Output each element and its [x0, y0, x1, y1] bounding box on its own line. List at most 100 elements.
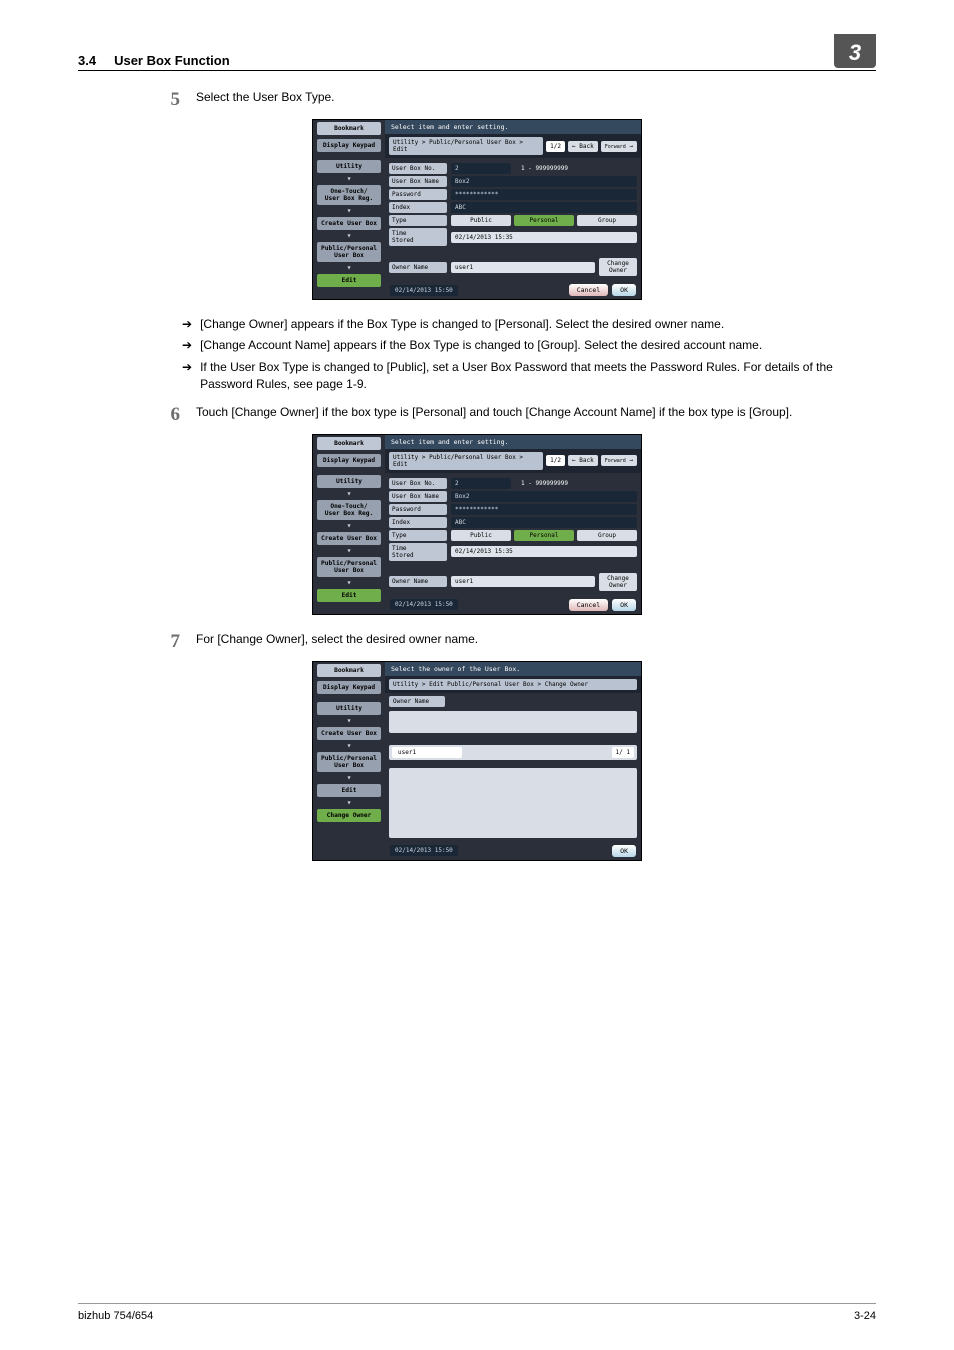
bookmark-button[interactable]: Bookmark — [317, 437, 381, 450]
breadcrumb: Utility > Public/Personal User Box > Edi… — [389, 452, 543, 470]
box-no-range: 1 - 999999999 — [515, 165, 568, 172]
panel-title: Select the owner of the User Box. — [385, 662, 641, 676]
display-keypad-button[interactable]: Display Keypad — [317, 454, 381, 467]
public-personal-button[interactable]: Public/Personal User Box — [317, 752, 381, 772]
public-personal-button[interactable]: Public/Personal User Box — [317, 242, 381, 262]
type-public[interactable]: Public — [451, 530, 511, 541]
forward-button[interactable]: Forward → — [601, 455, 637, 466]
header-rule — [78, 70, 876, 71]
password-value[interactable]: ************ — [451, 189, 637, 200]
public-personal-button[interactable]: Public/Personal User Box — [317, 557, 381, 577]
step-number: 5 — [162, 89, 180, 111]
utility-button[interactable]: Utility — [317, 160, 381, 173]
display-keypad-button[interactable]: Display Keypad — [317, 139, 381, 152]
owner-name-label: Owner Name — [389, 576, 447, 587]
create-userbox-button[interactable]: Create User Box — [317, 532, 381, 545]
owner-item[interactable]: user1 — [392, 747, 462, 758]
step-6: 6 Touch [Change Owner] if the box type i… — [162, 404, 876, 426]
owner-row: user1 1/ 1 — [389, 745, 637, 760]
utility-button[interactable]: Utility — [317, 475, 381, 488]
owner-name-header: Owner Name — [389, 696, 445, 707]
sidebar: Bookmark Display Keypad Utility ▾ Create… — [313, 662, 385, 860]
screenshot-edit-1: Bookmark Display Keypad Utility ▾ One-To… — [78, 119, 876, 300]
box-name-value[interactable]: Box2 — [451, 176, 637, 187]
breadcrumb-row: Utility > Edit Public/Personal User Box … — [385, 676, 641, 693]
page-indicator: 1/2 — [546, 141, 565, 152]
onetouch-button[interactable]: One-Touch/ User Box Reg. — [317, 185, 381, 205]
note-text: [Change Account Name] appears if the Box… — [200, 337, 762, 354]
arrow-icon: ➔ — [182, 316, 192, 333]
screenshot-edit-2: Bookmark Display Keypad Utility ▾ One-To… — [78, 434, 876, 615]
display-keypad-button[interactable]: Display Keypad — [317, 681, 381, 694]
chevron-down-icon: ▾ — [313, 522, 385, 530]
breadcrumb: Utility > Public/Personal User Box > Edi… — [389, 137, 543, 155]
chevron-down-icon: ▾ — [313, 717, 385, 725]
back-button[interactable]: ← Back — [568, 455, 598, 466]
box-no-label: User Box No. — [389, 163, 447, 174]
timestamp: 02/14/2013 15:50 — [390, 845, 458, 856]
bookmark-button[interactable]: Bookmark — [317, 664, 381, 677]
password-label: Password — [389, 504, 447, 515]
owner-name-value: user1 — [451, 576, 595, 587]
edit-button[interactable]: Edit — [317, 274, 381, 287]
owner-name-value: user1 — [451, 262, 595, 273]
back-label: Back — [579, 457, 593, 464]
box-no-value[interactable]: 2 — [451, 163, 511, 174]
ok-button[interactable]: OK — [612, 845, 636, 857]
cancel-button[interactable]: Cancel — [569, 599, 608, 611]
ok-button[interactable]: OK — [612, 599, 636, 611]
cancel-button[interactable]: Cancel — [569, 284, 608, 296]
chevron-down-icon: ▾ — [313, 799, 385, 807]
type-personal[interactable]: Personal — [514, 530, 574, 541]
box-name-value[interactable]: Box2 — [451, 491, 637, 502]
note-text: If the User Box Type is changed to [Publ… — [200, 359, 876, 394]
step-text: Select the User Box Type. — [196, 89, 876, 111]
change-owner-button[interactable]: Change Owner — [599, 573, 637, 591]
arrow-icon: ➔ — [182, 359, 192, 394]
password-label: Password — [389, 189, 447, 200]
ok-button[interactable]: OK — [612, 284, 636, 296]
step-number: 6 — [162, 404, 180, 426]
chevron-down-icon: ▾ — [313, 742, 385, 750]
bookmark-button[interactable]: Bookmark — [317, 122, 381, 135]
timestamp: 02/14/2013 15:50 — [390, 599, 458, 610]
forward-label: Forward — [605, 458, 626, 464]
time-stored-value: 02/14/2013 15:35 — [451, 232, 637, 243]
sidebar: Bookmark Display Keypad Utility ▾ One-To… — [313, 435, 385, 614]
forward-button[interactable]: Forward → — [601, 141, 637, 152]
back-button[interactable]: ← Back — [568, 141, 598, 152]
chevron-down-icon: ▾ — [313, 490, 385, 498]
panel-title: Select item and enter setting. — [385, 120, 641, 134]
page-header: 3.4 User Box Function 3 — [78, 34, 876, 68]
forward-label: Forward — [605, 144, 626, 150]
type-personal[interactable]: Personal — [514, 215, 574, 226]
create-userbox-button[interactable]: Create User Box — [317, 217, 381, 230]
change-owner-button[interactable]: Change Owner — [599, 258, 637, 276]
chevron-down-icon: ▾ — [313, 175, 385, 183]
change-owner-tab[interactable]: Change Owner — [317, 809, 381, 822]
type-public[interactable]: Public — [451, 215, 511, 226]
footer-page: 3-24 — [854, 1310, 876, 1322]
onetouch-button[interactable]: One-Touch/ User Box Reg. — [317, 500, 381, 520]
page-footer: bizhub 754/654 3-24 — [78, 1303, 876, 1322]
edit-button[interactable]: Edit — [317, 589, 381, 602]
chevron-down-icon: ▾ — [313, 579, 385, 587]
panel-title: Select item and enter setting. — [385, 435, 641, 449]
edit-button[interactable]: Edit — [317, 784, 381, 797]
type-group[interactable]: Group — [577, 530, 637, 541]
password-value[interactable]: ************ — [451, 504, 637, 515]
index-value[interactable]: ABC — [451, 202, 637, 213]
utility-button[interactable]: Utility — [317, 702, 381, 715]
step-text: For [Change Owner], select the desired o… — [196, 631, 876, 653]
chapter-badge: 3 — [834, 34, 876, 68]
sidebar: Bookmark Display Keypad Utility ▾ One-To… — [313, 120, 385, 299]
arrow-icon: ➔ — [182, 337, 192, 354]
time-stored-label: Time Stored — [389, 543, 447, 561]
timestamp: 02/14/2013 15:50 — [390, 285, 458, 296]
box-no-value[interactable]: 2 — [451, 478, 511, 489]
create-userbox-button[interactable]: Create User Box — [317, 727, 381, 740]
index-value[interactable]: ABC — [451, 517, 637, 528]
owner-panel-top — [389, 711, 637, 733]
owner-name-label: Owner Name — [389, 262, 447, 273]
type-group[interactable]: Group — [577, 215, 637, 226]
